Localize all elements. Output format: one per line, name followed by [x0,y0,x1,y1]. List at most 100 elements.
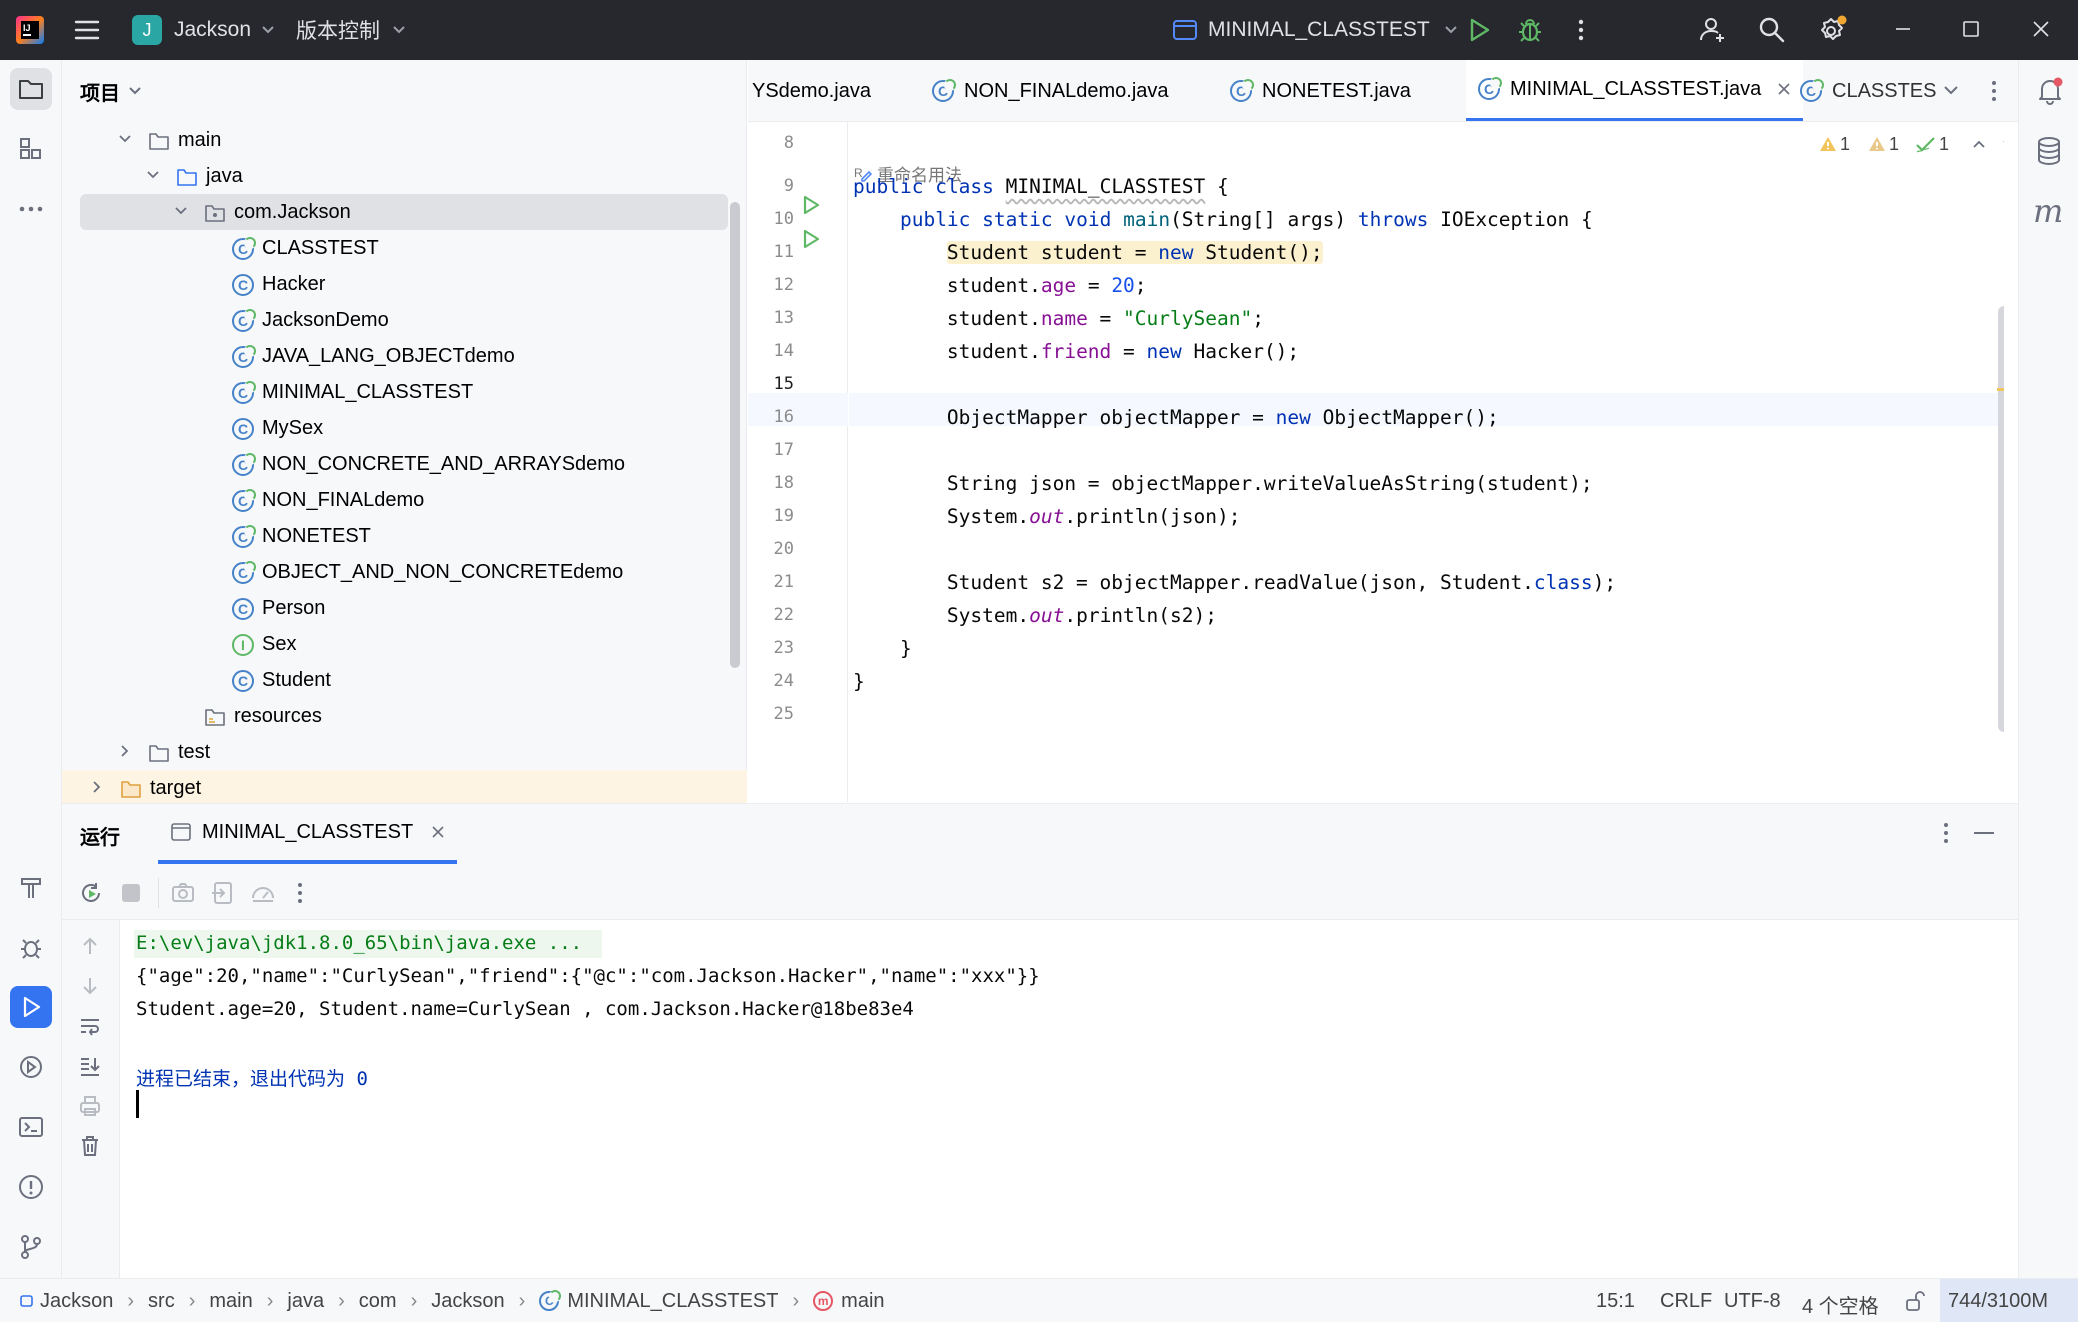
build-tool-button[interactable] [10,866,52,908]
error-stripe-mark[interactable] [1997,388,2004,391]
close-tab-icon[interactable] [431,825,445,839]
tree-item-classtest[interactable]: C CLASSTEST [62,230,747,266]
close-window-button[interactable] [2030,18,2052,40]
editor-tab[interactable]: YSdemo.java [752,60,871,121]
debug-button[interactable] [1516,16,1544,44]
tree-toggle-chevron-icon[interactable] [118,134,132,144]
caret-position[interactable]: 15:1 [1596,1290,1635,1313]
profiler-icon[interactable] [250,880,276,906]
tree-item-hacker[interactable]: C Hacker [62,266,747,302]
search-icon[interactable] [1757,15,1787,45]
tree-item-mysex[interactable]: C MySex [62,410,747,446]
code-line[interactable]: Student student = new Student(); [853,236,1323,269]
console-line-command[interactable]: E:\ev\java\jdk1.8.0_65\bin\java.exe ... [136,932,582,954]
editor-tab[interactable]: C NONETEST.java [1230,60,1411,121]
tree-toggle-chevron-icon[interactable] [146,170,160,180]
tree-item-java[interactable]: java [62,158,747,194]
tree-item-com-jackson[interactable]: com.Jackson [80,194,728,230]
git-tool-icon[interactable] [10,1226,52,1268]
debug-tool-icon[interactable] [10,926,52,968]
code-line[interactable]: Student s2 = objectMapper.readValue(json… [853,566,1616,599]
main-menu-icon[interactable] [72,16,104,44]
breadcrumb-item[interactable]: MINIMAL_CLASSTEST [567,1290,778,1313]
code-line[interactable]: System.out.println(json); [853,500,1241,533]
code-line[interactable]: ObjectMapper objectMapper = new ObjectMa… [853,401,1499,434]
tree-item-nonetest[interactable]: C NONETEST [62,518,747,554]
hide-panel-icon[interactable] [1974,832,1994,834]
run-options-icon[interactable] [1940,820,1952,846]
tree-item-sex[interactable]: I Sex [62,626,747,662]
run-tab[interactable]: MINIMAL_CLASSTEST [158,804,458,864]
stop-icon[interactable] [122,884,140,902]
tree-item-test[interactable]: test [62,734,747,770]
code-line[interactable]: } [853,632,912,665]
minimize-button[interactable] [1892,18,1914,40]
tree-toggle-chevron-icon[interactable] [174,206,188,216]
soft-wrap-icon[interactable] [78,1014,102,1038]
file-encoding[interactable]: UTF-8 [1724,1290,1781,1313]
run-gutter-icon[interactable] [800,228,822,250]
next-highlight-icon[interactable] [2001,138,2004,150]
tab-more-icon[interactable] [1988,78,2000,104]
editor-tab[interactable]: C NON_FINALdemo.java [932,60,1169,121]
code-line[interactable]: student.name = "CurlySean"; [853,302,1264,335]
more-actions-icon[interactable] [1568,16,1594,44]
breadcrumb-item[interactable]: Jackson [431,1290,504,1313]
restore-layout-icon[interactable] [210,880,236,906]
tree-item-person[interactable]: C Person [62,590,747,626]
screenshot-icon[interactable] [170,880,196,906]
scroll-down-icon[interactable] [78,974,102,998]
code-line[interactable]: String json = objectMapper.writeValueAsS… [853,467,1593,500]
print-icon[interactable] [78,1094,102,1118]
tree-item-minimal-classtest[interactable]: C MINIMAL_CLASSTEST [62,374,747,410]
tree-item-object-and-non-concretedemo[interactable]: C OBJECT_AND_NON_CONCRETEdemo [62,554,747,590]
code-line[interactable]: public class MINIMAL_CLASSTEST { [853,170,1229,203]
run-gutter-icon[interactable] [800,194,822,216]
vcs-widget[interactable]: 版本控制 [296,13,406,47]
notifications-icon[interactable] [2035,76,2065,106]
more-actions-icon[interactable] [294,880,306,906]
breadcrumb-item[interactable]: com [359,1290,397,1313]
project-tool-button[interactable] [10,68,52,110]
tab-list-chevron-icon[interactable] [1942,84,1960,96]
breadcrumb-item[interactable]: java [287,1290,324,1313]
scroll-to-end-icon[interactable] [78,1054,102,1078]
highlighted-statement[interactable]: Student student = new Student(); [946,241,1323,264]
maximize-button[interactable] [1960,18,1982,40]
project-switcher[interactable]: J Jackson [132,13,275,47]
code-line[interactable]: } [853,665,865,698]
readonly-lock-icon[interactable] [1904,1290,1926,1312]
console-line-exit[interactable]: 进程已结束，退出代码为 0 [136,1064,368,1091]
code-editor[interactable]: R 重命名用法 1 1 1 public class MINIMAL_CLASS… [849,122,2004,802]
console-line[interactable]: Student.age=20, Student.name=CurlySean ,… [136,998,914,1020]
breadcrumb-item[interactable]: src [148,1290,175,1313]
tree-toggle-chevron-icon[interactable] [92,780,102,794]
run-tool-button[interactable] [10,986,52,1028]
tree-item-non-concrete-and-arraysdemo[interactable]: C NON_CONCRETE_AND_ARRAYSdemo [62,446,747,482]
console-output[interactable]: E:\ev\java\jdk1.8.0_65\bin\java.exe ... … [120,920,2018,1279]
line-separator[interactable]: CRLF [1660,1290,1712,1313]
breadcrumb-item[interactable]: main [209,1290,252,1313]
database-icon[interactable] [2035,136,2063,166]
rerun-icon[interactable] [78,880,104,906]
tree-item-student[interactable]: C Student [62,662,747,698]
structure-tool-button[interactable] [10,128,52,170]
tree-item-java-lang-objectdemo[interactable]: C JAVA_LANG_OBJECTdemo [62,338,747,374]
tree-item-non-finaldemo[interactable]: C NON_FINALdemo [62,482,747,518]
editor-scrollbar[interactable] [1998,306,2004,732]
tree-toggle-chevron-icon[interactable] [120,744,130,758]
indent-settings[interactable]: 4 个空格 [1802,1290,1879,1319]
code-line[interactable]: student.age = 20; [853,269,1147,302]
editor-tab-active[interactable]: C MINIMAL_CLASSTEST.java [1466,60,1804,121]
project-panel-title[interactable]: 项目 [80,76,142,106]
problems-tool-icon[interactable] [10,1166,52,1208]
tree-item-target[interactable]: target [62,770,747,806]
more-tools-icon[interactable] [10,188,52,230]
code-with-me-icon[interactable] [1698,14,1728,44]
services-tool-icon[interactable] [10,1046,52,1088]
console-line[interactable]: {"age":20,"name":"CurlySean","friend":{"… [136,965,1040,987]
maven-icon[interactable]: m [2033,192,2063,230]
tree-item-main[interactable]: main [62,122,747,158]
breadcrumb-item[interactable]: main [841,1290,884,1313]
code-line[interactable]: student.friend = new Hacker(); [853,335,1299,368]
